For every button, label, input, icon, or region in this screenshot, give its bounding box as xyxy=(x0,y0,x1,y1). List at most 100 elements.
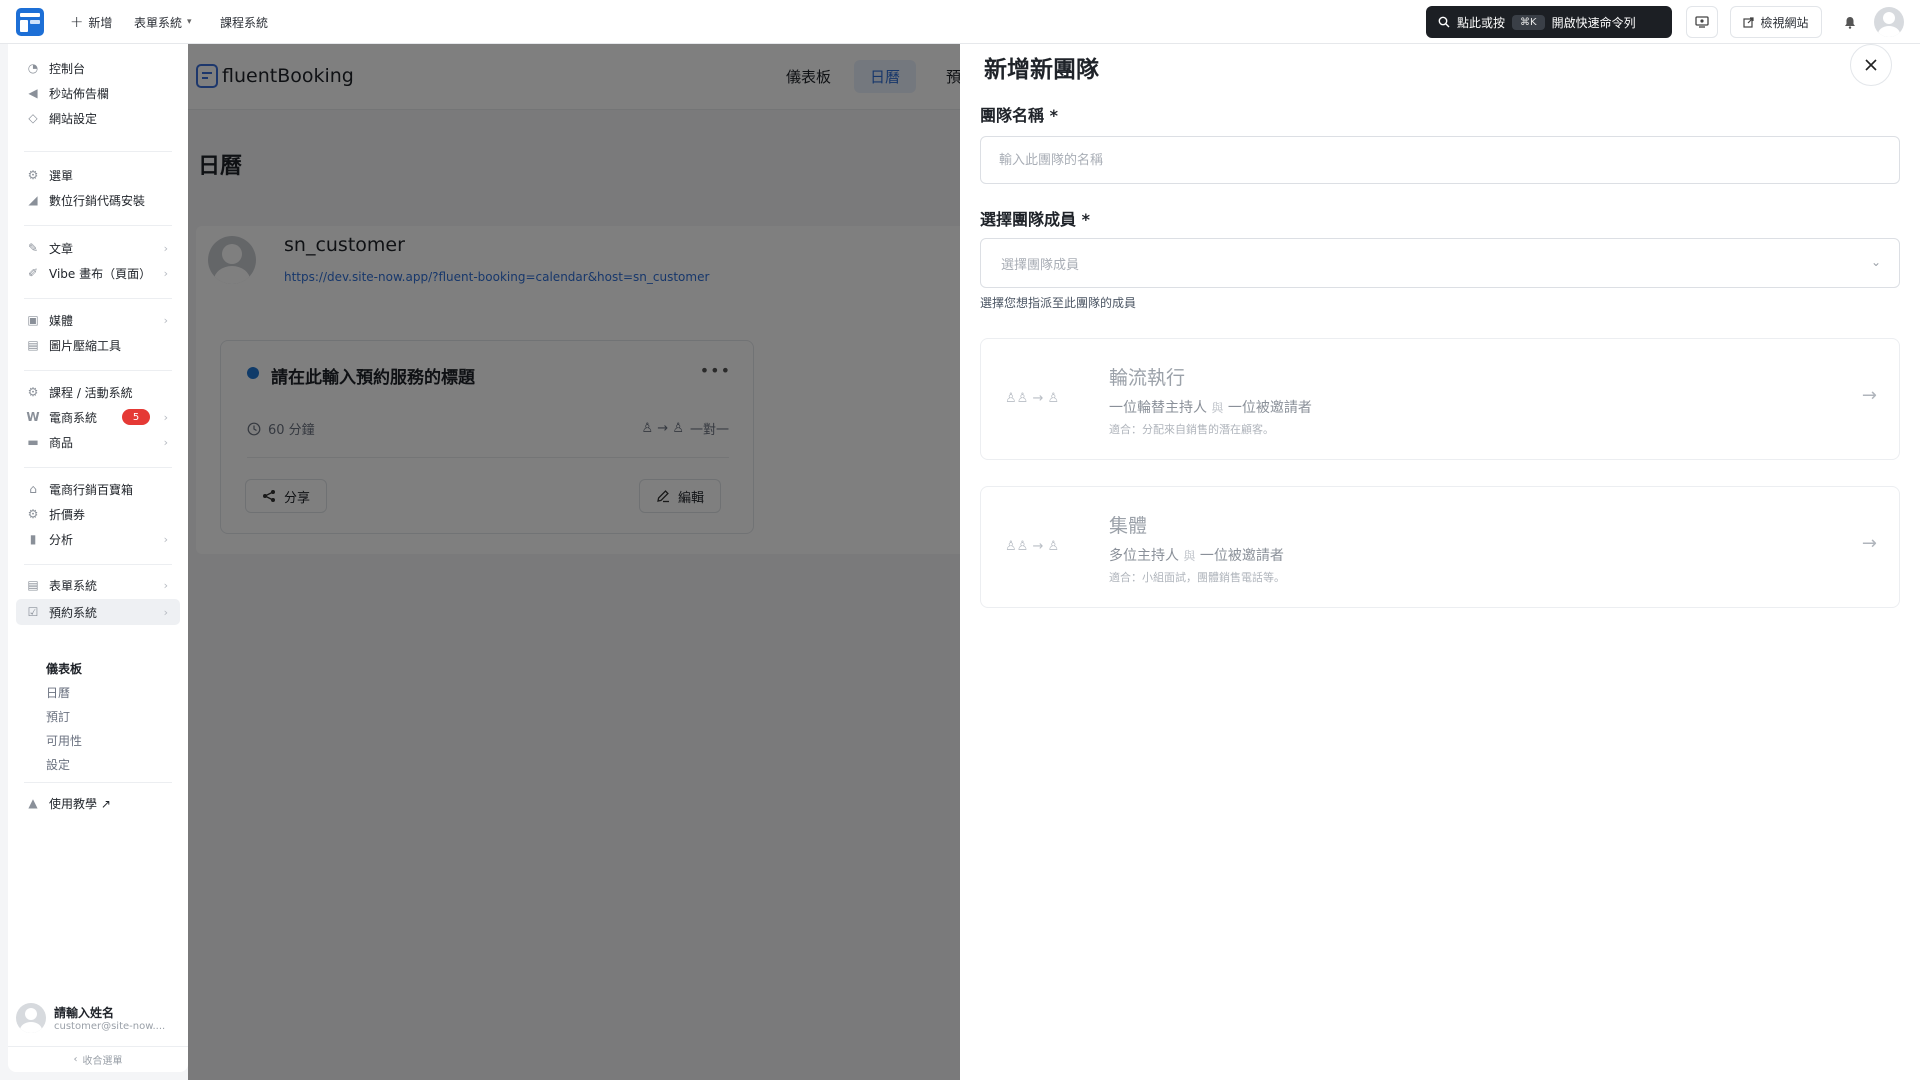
sidebar-item-marketing-toolbox[interactable]: ⌂ 電商行銷百寶箱 xyxy=(16,476,180,502)
avatar xyxy=(16,1003,46,1033)
chevron-right-icon: › xyxy=(163,605,168,619)
chevron-right-icon: › xyxy=(163,313,168,327)
team-members-select[interactable]: 選擇團隊成員 ⌄ xyxy=(980,238,1900,288)
sidebar-item-label: 分析 xyxy=(49,532,74,547)
preview-button[interactable] xyxy=(1686,6,1718,38)
admin-sidebar: ◔ 控制台 ◀ 秒站佈告欄 ◇ 網站設定 ⚙ 選單 ◢ 數位行銷代碼安裝 ✎ 文章 › ✐ Vi… xyxy=(8,44,188,1072)
sidebar-item-posts[interactable]: ✎ 文章 › xyxy=(16,235,180,261)
pin-icon: ✎ xyxy=(27,241,39,255)
option-description: 一位輪替主持人 與 一位被邀請者 xyxy=(1109,397,1312,417)
arrow-right-icon: → xyxy=(1861,533,1877,554)
sidebar-item-label: 秒站佈告欄 xyxy=(49,86,110,101)
submenu-item-availability[interactable]: 可用性 xyxy=(46,732,82,749)
team-type-collective[interactable]: ♙♙ → ♙ 集體 多位主持人 與 一位被邀請者 適合：小組面試，團體銷售電話等… xyxy=(980,486,1900,608)
option-desc-invitees: 一位被邀請者 xyxy=(1199,548,1284,564)
team-type-round-robin[interactable]: ♙♙ → ♙ 輪流執行 一位輪替主持人 與 一位被邀請者 適合：分配來自銷售的潛… xyxy=(980,338,1900,460)
team-name-input[interactable] xyxy=(980,136,1900,184)
modal-backdrop[interactable] xyxy=(188,44,960,1080)
sidebar-item-forms[interactable]: ▤ 表單系統 › xyxy=(16,572,180,598)
sidebar-item-products[interactable]: ▬ 商品 › xyxy=(16,429,180,455)
option-description: 多位主持人 與 一位被邀請者 xyxy=(1109,545,1284,565)
user-avatar[interactable] xyxy=(1874,7,1904,37)
command-palette-button[interactable]: 點此或按 ⌘K 開啟快速命令列 xyxy=(1426,6,1672,38)
diamond-icon: ◇ xyxy=(28,111,38,125)
sidebar-divider xyxy=(24,782,172,783)
sidebar-item-label: Vibe 畫布（頁面） xyxy=(49,266,152,281)
submenu-item-settings[interactable]: 設定 xyxy=(46,756,70,773)
chevron-right-icon: › xyxy=(163,410,168,424)
sidebar-divider xyxy=(24,467,172,468)
sidebar-item-vibe-canvas[interactable]: ✐ Vibe 畫布（頁面） › xyxy=(16,260,180,286)
woo-icon: W xyxy=(26,410,40,424)
collapse-menu-button[interactable]: ‹ 收合選單 xyxy=(8,1046,188,1072)
external-link-icon xyxy=(1743,16,1755,28)
sidebar-item-menus[interactable]: ⚙ 選單 xyxy=(16,162,180,188)
sidebar-item-site-settings[interactable]: ◇ 網站設定 xyxy=(16,105,180,131)
sidebar-item-tutorials[interactable]: ▲ 使用教學 ↗ xyxy=(16,790,180,816)
round-robin-icon: ♙♙ → ♙ xyxy=(1005,391,1060,406)
cmdk-prefix: 點此或按 xyxy=(1457,15,1506,30)
chevron-down-icon: ▾ xyxy=(187,17,192,27)
bell-icon xyxy=(1845,16,1855,29)
sidebar-item-analytics[interactable]: ▮ 分析 › xyxy=(16,526,180,552)
user-name: 請輸入姓名 xyxy=(54,1006,115,1020)
team-members-label: 選擇團隊成員 * xyxy=(980,210,1090,229)
sidebar-user-profile[interactable]: 請輸入姓名 customer@site-now.... xyxy=(16,996,180,1040)
screen-icon xyxy=(1695,16,1709,28)
team-members-placeholder: 選擇團隊成員 xyxy=(1001,257,1080,273)
collapse-menu-label: 收合選單 xyxy=(82,1056,123,1067)
sidebar-item-label: 課程 / 活動系統 xyxy=(49,385,133,400)
sidebar-item-booking[interactable]: ☑ 預約系統 › xyxy=(16,599,180,625)
courses-menu-button[interactable]: 課程系統 xyxy=(220,13,268,31)
collective-icon: ♙♙ → ♙ xyxy=(1005,539,1060,554)
sidebar-item-coupons[interactable]: ⚙ 折價券 xyxy=(16,501,180,527)
submenu-item-bookings[interactable]: 預訂 xyxy=(46,708,70,725)
sidebar-divider xyxy=(24,370,172,371)
search-icon xyxy=(1438,16,1450,28)
sidebar-item-label: 文章 xyxy=(49,241,74,256)
chevron-right-icon: › xyxy=(163,578,168,592)
sidebar-item-dashboard[interactable]: ◔ 控制台 xyxy=(16,55,180,81)
new-menu-button[interactable]: + 新增 xyxy=(70,13,112,31)
submenu-item-calendar[interactable]: 日曆 xyxy=(46,684,70,701)
bar-chart-icon: ▮ xyxy=(29,532,37,546)
notifications-button[interactable] xyxy=(1834,6,1866,38)
booking-icon: ☑ xyxy=(27,605,39,619)
option-desc-invitees: 一位被邀請者 xyxy=(1227,400,1312,416)
sidebar-item-label: 控制台 xyxy=(49,61,86,76)
sidebar-item-media[interactable]: ▣ 媒體 › xyxy=(16,307,180,333)
sidebar-item-image-compress[interactable]: ▤ 圖片壓縮工具 xyxy=(16,332,180,358)
sidebar-item-label: 電商系統 xyxy=(49,410,98,425)
plus-icon: + xyxy=(70,12,84,31)
dashboard-icon: ◔ xyxy=(27,61,39,75)
arrow-right-icon: → xyxy=(1861,385,1877,406)
sidebar-item-label: 預約系統 xyxy=(49,605,98,620)
sidebar-item-announcements[interactable]: ◀ 秒站佈告欄 xyxy=(16,80,180,106)
option-title: 集體 xyxy=(1109,515,1148,537)
sidebar-item-courses[interactable]: ⚙ 課程 / 活動系統 xyxy=(16,379,180,405)
chevron-right-icon: › xyxy=(163,241,168,255)
drawer-title: 新增新團隊 xyxy=(984,57,1099,83)
option-title: 輪流執行 xyxy=(1109,367,1186,389)
chevron-right-icon: › xyxy=(163,266,168,280)
forms-menu-button[interactable]: 表單系統 ▾ xyxy=(134,13,192,31)
chevron-left-icon: ‹ xyxy=(73,1054,78,1065)
site-logo-icon[interactable] xyxy=(16,8,44,36)
chevron-right-icon: › xyxy=(163,532,168,546)
close-button[interactable] xyxy=(1850,44,1892,86)
close-icon xyxy=(1865,59,1877,71)
gear-icon: ⚙ xyxy=(27,168,39,182)
sidebar-divider xyxy=(24,225,172,226)
sidebar-item-marketing-codes[interactable]: ◢ 數位行銷代碼安裝 xyxy=(16,187,180,213)
sidebar-divider xyxy=(24,298,172,299)
submenu-item-dashboard[interactable]: 儀表板 xyxy=(46,660,82,677)
sidebar-item-ecommerce[interactable]: W 電商系統 5 › xyxy=(16,404,180,430)
view-site-button[interactable]: 檢視網站 xyxy=(1730,6,1822,38)
sidebar-item-label: 折價券 xyxy=(49,507,86,522)
option-desc-and: 與 xyxy=(1211,401,1224,415)
gear-icon: ⚙ xyxy=(27,385,39,399)
form-icon: ▤ xyxy=(27,578,39,592)
courses-menu-label: 課程系統 xyxy=(220,15,269,30)
sidebar-item-label: 表單系統 xyxy=(49,578,98,593)
option-desc-hosts: 多位主持人 xyxy=(1109,548,1179,564)
